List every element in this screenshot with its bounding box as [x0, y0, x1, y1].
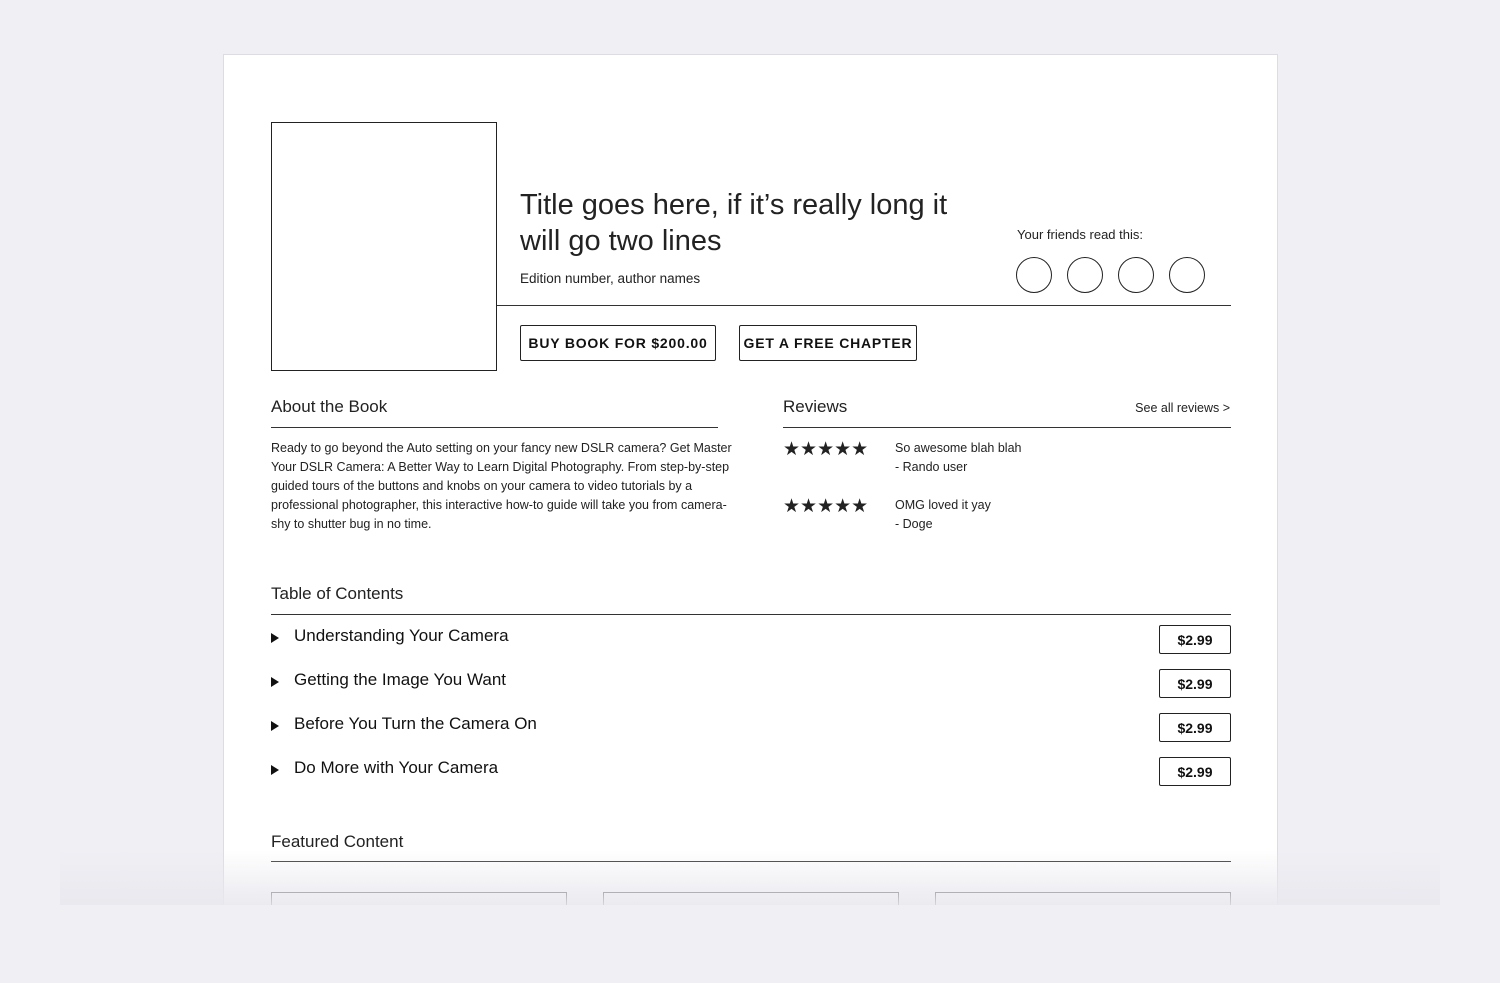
featured-divider	[271, 861, 1231, 862]
friends-avatar-list	[1016, 257, 1205, 293]
toc-item-label[interactable]: Do More with Your Camera	[294, 758, 498, 778]
friend-avatar[interactable]	[1067, 257, 1103, 293]
about-heading: About the Book	[271, 397, 388, 416]
toc-item-label[interactable]: Understanding Your Camera	[294, 626, 509, 646]
toc-item-label[interactable]: Before You Turn the Camera On	[294, 714, 537, 734]
friend-avatar[interactable]	[1016, 257, 1052, 293]
buy-book-button[interactable]: BUY BOOK FOR $200.00	[520, 325, 716, 361]
review-author: - Rando user	[895, 460, 968, 474]
see-all-reviews-link[interactable]: See all reviews >	[1135, 401, 1230, 415]
expand-triangle-icon[interactable]	[271, 677, 279, 687]
book-cover-image	[271, 122, 497, 371]
star-rating: ★★★★★	[783, 439, 869, 460]
edition-authors: Edition number, author names	[520, 271, 701, 286]
chapter-price-button[interactable]: $2.99	[1159, 713, 1231, 742]
chapter-price-button[interactable]: $2.99	[1159, 757, 1231, 786]
chapter-price-button[interactable]: $2.99	[1159, 669, 1231, 698]
book-detail-page: Title goes here, if it’s really long it …	[223, 54, 1278, 905]
free-chapter-button[interactable]: GET A FREE CHAPTER	[739, 325, 917, 361]
featured-card[interactable]	[935, 892, 1231, 905]
friends-read-label: Your friends read this:	[1017, 227, 1143, 242]
toc-item-label[interactable]: Getting the Image You Want	[294, 670, 506, 690]
about-text: Ready to go beyond the Auto setting on y…	[271, 441, 732, 531]
toc-item[interactable]: Before You Turn the Camera On $2.99	[271, 713, 1231, 743]
expand-triangle-icon[interactable]	[271, 633, 279, 643]
review-text: So awesome blah blah	[895, 441, 1022, 455]
book-title: Title goes here, if it’s really long it …	[520, 189, 948, 257]
expand-triangle-icon[interactable]	[271, 765, 279, 775]
expand-triangle-icon[interactable]	[271, 721, 279, 731]
friend-avatar[interactable]	[1169, 257, 1205, 293]
toc-item[interactable]: Getting the Image You Want $2.99	[271, 669, 1231, 699]
reviews-heading: Reviews	[783, 397, 848, 416]
toc-heading: Table of Contents	[271, 584, 404, 603]
toc-item[interactable]: Do More with Your Camera $2.99	[271, 757, 1231, 787]
featured-heading: Featured Content	[271, 832, 404, 851]
featured-card[interactable]	[271, 892, 567, 905]
review-text: OMG loved it yay	[895, 498, 991, 512]
toc-divider	[271, 614, 1231, 615]
chapter-price-button[interactable]: $2.99	[1159, 625, 1231, 654]
star-rating: ★★★★★	[783, 496, 869, 517]
friend-avatar[interactable]	[1118, 257, 1154, 293]
review-author: - Doge	[895, 517, 933, 531]
featured-card[interactable]	[603, 892, 899, 905]
header-divider	[497, 305, 1231, 306]
toc-item[interactable]: Understanding Your Camera $2.99	[271, 625, 1231, 655]
about-divider	[271, 427, 718, 428]
reviews-divider	[783, 427, 1231, 428]
